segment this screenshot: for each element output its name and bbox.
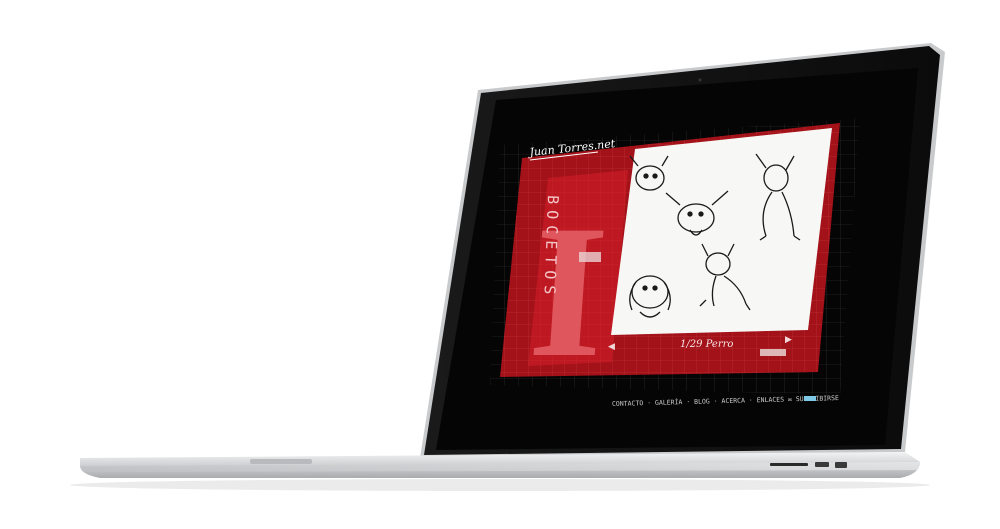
section-title: BOCETOS (540, 195, 562, 301)
pager-text: 1/29 Perro (680, 339, 733, 350)
prev-button[interactable]: ◀ (608, 341, 615, 351)
close-button[interactable] (760, 349, 786, 356)
laptop-illustration: I BOCETOS ◀ 1/29 Perro ▶ Juan Torres.net… (70, 43, 945, 491)
usb-port (835, 462, 847, 468)
section-letter: I (524, 186, 613, 397)
camera-icon (698, 78, 702, 82)
view-toggle-button[interactable] (579, 252, 601, 262)
hdmi-port (815, 462, 829, 467)
sketch-image[interactable] (611, 128, 832, 335)
hinge-notch (250, 459, 312, 464)
rss-icon[interactable] (804, 396, 816, 401)
sd-slot (770, 463, 808, 466)
next-button[interactable]: ▶ (785, 334, 792, 344)
laptop-mockup: I BOCETOS ◀ 1/29 Perro ▶ Juan Torres.net… (0, 0, 1000, 529)
